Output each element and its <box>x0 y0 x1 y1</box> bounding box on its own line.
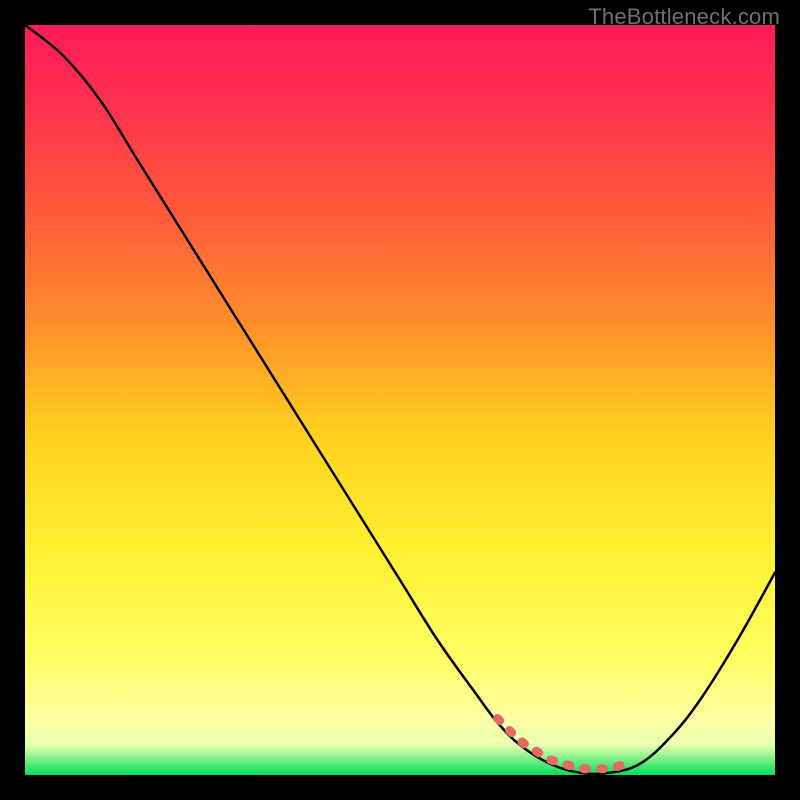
chart-frame: TheBottleneck.com <box>0 0 800 800</box>
background-gradient <box>25 25 775 775</box>
plot-area <box>25 25 775 775</box>
